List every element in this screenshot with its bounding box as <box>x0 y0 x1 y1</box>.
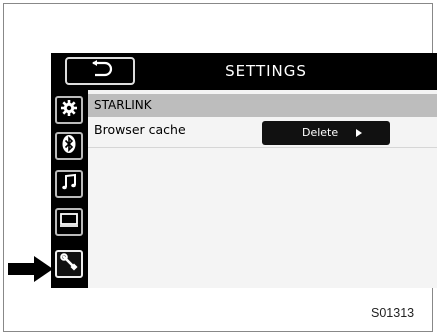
section-title: STARLINK <box>88 94 437 117</box>
figure-code: S01313 <box>371 306 415 320</box>
play-arrow-icon <box>356 129 362 137</box>
row-label: Browser cache <box>94 122 186 137</box>
pointer-arrow-icon <box>8 255 54 287</box>
delete-button[interactable]: Delete <box>262 121 390 145</box>
delete-button-label: Delete <box>302 126 339 139</box>
return-arrow-icon <box>85 60 115 82</box>
settings-content: STARLINK Browser cache Delete <box>88 90 437 288</box>
screen-icon <box>59 212 79 232</box>
infotainment-screen: SETTINGS STARLINK Browser cache Delete <box>51 53 437 288</box>
gear-icon <box>60 99 78 121</box>
bluetooth-icon <box>60 134 78 158</box>
music-note-icon <box>60 173 78 195</box>
sidebar-item-tools[interactable] <box>55 250 83 278</box>
wrench-icon <box>60 253 78 275</box>
sidebar-item-display[interactable] <box>55 208 83 236</box>
sidebar-item-audio[interactable] <box>55 170 83 198</box>
top-bar: SETTINGS <box>51 53 437 90</box>
back-button[interactable] <box>65 57 135 85</box>
page-title: SETTINGS <box>225 62 307 80</box>
sidebar-item-bluetooth[interactable] <box>55 132 83 160</box>
sidebar-item-settings[interactable] <box>55 96 83 124</box>
list-item: Browser cache Delete <box>88 118 437 148</box>
sidebar <box>51 90 88 288</box>
